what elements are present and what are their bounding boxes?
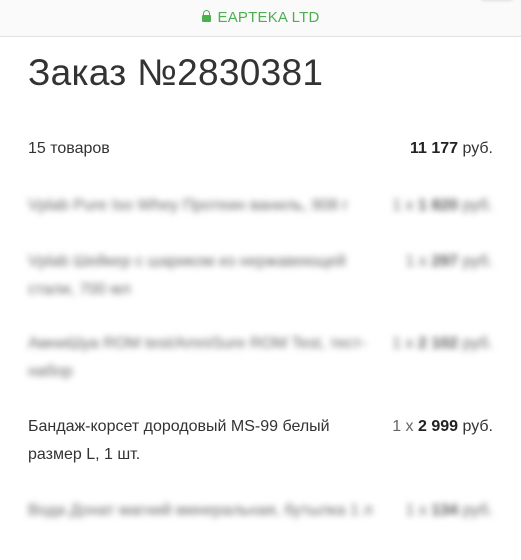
browser-address-bar[interactable]: EAPTEKA LTD <box>0 0 521 37</box>
order-total-amount: 11 177 <box>409 140 459 157</box>
item-price: 1 x 134 руб. <box>405 502 493 519</box>
list-item: АмниШуа ROM test/AmniSure ROM Test, тест… <box>28 330 493 386</box>
item-name: Vplab Pure Iso Whey Протеин ваниль, 908 … <box>28 197 349 214</box>
item-name: Бандаж-корсет дородовый MS-99 белый разм… <box>28 418 330 463</box>
list-item: Бандаж-корсет дородовый MS-99 белый разм… <box>28 413 493 469</box>
order-summary: 15 товаров 11 177 руб. <box>28 140 493 158</box>
list-item: Vplab Шейкер с шариком из нержавеющей ст… <box>28 248 493 304</box>
item-price: 1 x 1 820 руб. <box>392 197 493 214</box>
order-total-currency: руб. <box>462 140 493 157</box>
item-count: 15 товаров <box>28 140 110 157</box>
list-item: Вода Донат магний минеральная, бутылка 1… <box>28 497 493 525</box>
list-item: Vplab Pure Iso Whey Протеин ваниль, 908 … <box>28 192 493 220</box>
item-price: 1 x 2 999 руб. <box>392 418 493 435</box>
item-price: 1 x 297 руб. <box>405 253 493 270</box>
order-total: 11 177 руб. <box>410 140 493 158</box>
page-title: Заказ №2830381 <box>28 52 324 93</box>
lock-icon <box>201 10 211 22</box>
item-price: 1 x 2 102 руб. <box>392 335 493 352</box>
item-name: Vplab Шейкер с шариком из нержавеющей ст… <box>28 253 346 298</box>
status-bar <box>0 0 521 6</box>
site-identity[interactable]: EAPTEKA LTD <box>0 9 521 26</box>
item-name: Вода Донат магний минеральная, бутылка 1… <box>28 502 373 519</box>
item-name: АмниШуа ROM test/AmniSure ROM Test, тест… <box>28 335 367 380</box>
site-name: EAPTEKA LTD <box>217 9 320 26</box>
